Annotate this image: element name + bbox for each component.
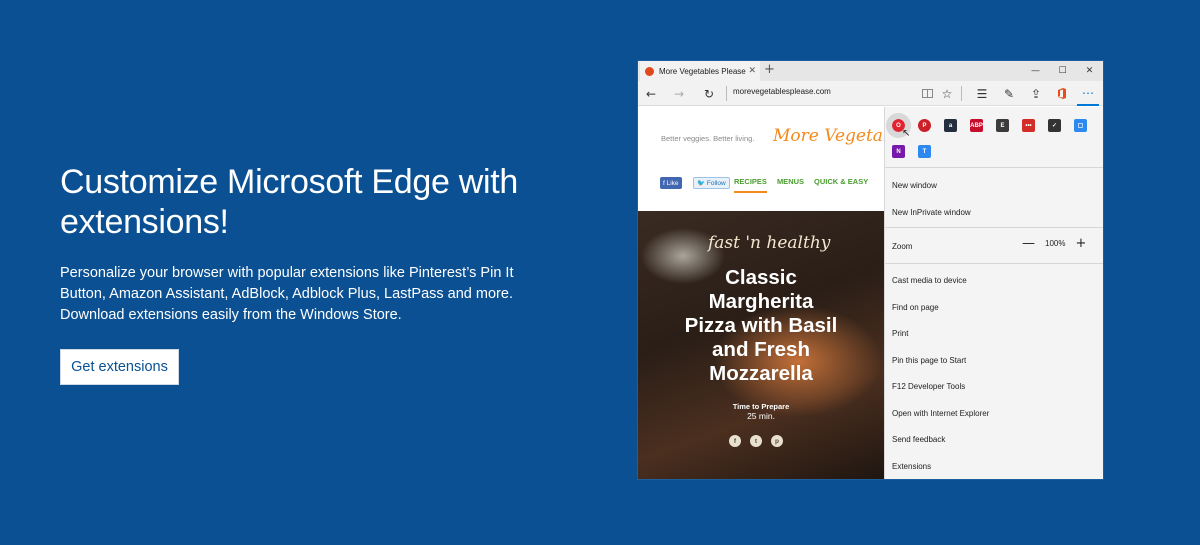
refresh-button[interactable]: ↻ [698, 81, 720, 106]
twitter-share-icon[interactable]: t [750, 435, 762, 447]
nav-menus[interactable]: MENUS [777, 177, 804, 193]
get-extensions-button[interactable]: Get extensions [60, 349, 179, 385]
menu-new-inprivate-window[interactable]: New InPrivate window [892, 208, 971, 217]
adblock-plus-icon[interactable]: ABP [970, 119, 983, 132]
edge-browser-window: More Vegetables Please ✕ + — ☐ ✕ ← → ↻ m… [638, 61, 1103, 479]
back-button[interactable]: ← [640, 81, 662, 106]
site-tagline: Better veggies. Better living. [661, 134, 755, 143]
pocket-icon[interactable]: ✓ [1048, 119, 1061, 132]
menu-divider [885, 263, 1103, 264]
lastpass-icon[interactable]: ••• [1022, 119, 1035, 132]
twitter-follow-button[interactable]: 🐦 Follow [693, 177, 730, 189]
menu-find-on-page[interactable]: Find on page [892, 303, 939, 312]
pinterest-share-icon[interactable]: p [771, 435, 783, 447]
browser-tab[interactable]: More Vegetables Please ✕ [640, 61, 760, 81]
page-title: Customize Microsoft Edge with extensions… [60, 163, 519, 241]
pinterest-icon[interactable]: P [918, 119, 931, 132]
office-icon[interactable] [1051, 81, 1073, 106]
tomato-favicon-icon [645, 66, 654, 76]
facebook-share-icon[interactable]: f [729, 435, 741, 447]
toolbar-separator [961, 86, 962, 101]
menu-open-with-ie[interactable]: Open with Internet Explorer [892, 409, 989, 418]
prep-time-value: 25 min. [747, 411, 775, 421]
more-actions-menu: O Pa ABP E ••• ✓ ▢ NT ↖ New window New InPriva… [884, 107, 1103, 479]
site-logo[interactable]: More Vegetables [773, 126, 884, 146]
window-controls: — ☐ ✕ [1022, 61, 1103, 81]
zoom-level: 100% [1045, 239, 1066, 248]
recipe-headline: Classic Margherita Pizza with Basil and … [684, 266, 838, 385]
extension-icons-row-1: O Pa ABP E ••• ✓ ▢ [886, 113, 1087, 138]
feedback-hub-icon[interactable]: ▢ [1074, 119, 1087, 132]
address-bar[interactable]: morevegetablesplease.com [733, 87, 831, 96]
menu-pin-to-start[interactable]: Pin this page to Start [892, 356, 966, 365]
mouse-cursor-icon: ↖ [902, 128, 911, 139]
tab-close-icon[interactable]: ✕ [748, 65, 756, 76]
facebook-like-button[interactable]: f Like [660, 177, 682, 189]
menu-zoom-label: Zoom [892, 242, 913, 251]
extension-icons-row-2: NT [892, 145, 931, 158]
evernote-icon[interactable]: E [996, 119, 1009, 132]
menu-new-window[interactable]: New window [892, 181, 937, 190]
minimize-button[interactable]: — [1022, 61, 1049, 81]
new-tab-button[interactable]: + [764, 62, 775, 77]
tab-bar: More Vegetables Please ✕ + — ☐ ✕ [638, 61, 1103, 81]
hub-icon[interactable]: ☰ [971, 81, 993, 106]
zoom-in-button[interactable]: + [1075, 236, 1086, 251]
zoom-out-button[interactable]: — [1022, 236, 1035, 251]
site-nav: RECIPES MENUS QUICK & EASY [734, 177, 868, 193]
tab-title: More Vegetables Please [659, 66, 746, 76]
page-description: Personalize your browser with popular ex… [60, 265, 514, 323]
nav-quick-easy[interactable]: QUICK & EASY [814, 177, 868, 193]
share-icon[interactable]: ⇪ [1025, 81, 1047, 106]
forward-button[interactable]: → [668, 81, 690, 106]
menu-divider [885, 167, 1103, 168]
more-icon[interactable]: ⋯ [1077, 81, 1099, 106]
web-note-icon[interactable]: ✎ [998, 81, 1020, 106]
nav-recipes[interactable]: RECIPES [734, 177, 767, 193]
microsoft-translator-icon[interactable]: T [918, 145, 931, 158]
hero-section: Customize Microsoft Edge with extensions… [60, 162, 560, 326]
menu-developer-tools[interactable]: F12 Developer Tools [892, 382, 965, 391]
maximize-button[interactable]: ☐ [1049, 61, 1076, 81]
web-page-content: Better veggies. Better living. More Vege… [638, 107, 884, 479]
prep-time-label: Time to Prepare [732, 402, 790, 411]
menu-extensions[interactable]: Extensions [892, 462, 931, 471]
onenote-icon[interactable]: N [892, 145, 905, 158]
menu-cast-media[interactable]: Cast media to device [892, 276, 967, 285]
close-window-button[interactable]: ✕ [1076, 61, 1103, 81]
pizza-hero-image[interactable]: fast 'n healthy Classic Margherita Pizza… [638, 211, 884, 479]
reading-view-icon[interactable] [916, 81, 938, 106]
browser-toolbar: ← → ↻ morevegetablesplease.com ☆ ☰ ✎ ⇪ ⋯ [638, 81, 1103, 106]
hero-script-text: fast 'n healthy [708, 233, 831, 253]
zoom-control: — 100% + [1022, 236, 1086, 251]
menu-send-feedback[interactable]: Send feedback [892, 435, 945, 444]
menu-print[interactable]: Print [892, 329, 908, 338]
favorite-star-icon[interactable]: ☆ [936, 81, 958, 106]
address-separator [726, 86, 727, 101]
menu-divider [885, 227, 1103, 228]
amazon-icon[interactable]: a [944, 119, 957, 132]
